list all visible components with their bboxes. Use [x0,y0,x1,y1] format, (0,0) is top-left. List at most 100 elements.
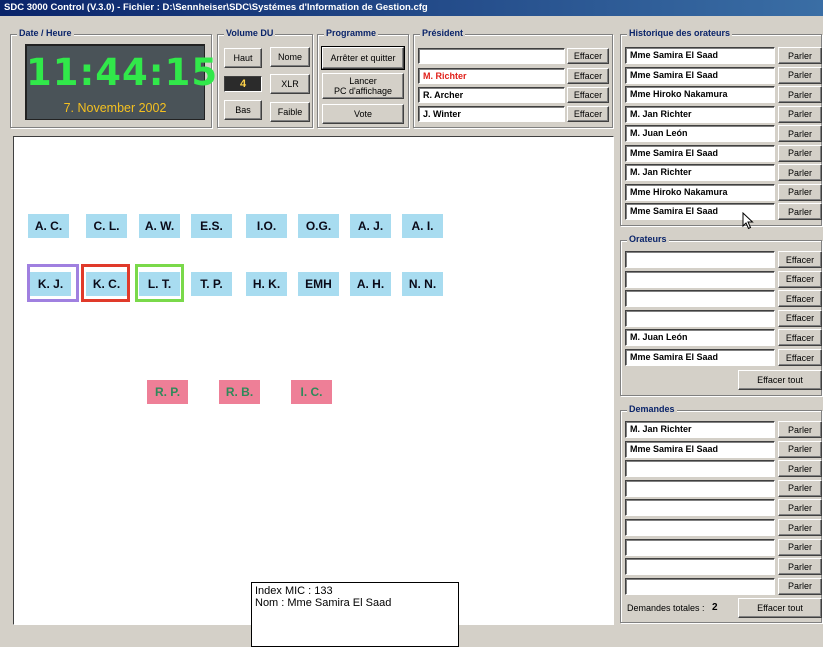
history-legend: Historique des orateurs [627,28,733,38]
request-slot [625,519,775,536]
volume-down-button[interactable]: Bas [224,100,262,120]
request-slot: M. Jan Richter [625,421,775,438]
history-speak-button[interactable]: Parler [778,183,822,201]
xlr-button[interactable]: XLR [270,74,310,94]
speaker-clear-button[interactable]: Effacer [778,251,822,268]
seat[interactable]: A. H. [350,272,391,296]
clock-time: 11:44:15 [26,51,219,94]
request-slot: Mme Samira El Saad [625,440,775,458]
speaker-clear-button[interactable]: Effacer [778,290,822,308]
stop-and-quit-button[interactable]: Arrêter et quitter [322,47,404,69]
request-slot [625,538,775,556]
speaker-clear-button[interactable]: Effacer [778,309,822,327]
launch-display-pc-button[interactable]: Lancer PC d'affichage [322,73,404,99]
president-slot: R. Archer [418,87,565,103]
president-clear-button[interactable]: Effacer [567,68,609,84]
seat[interactable]: A. C. [28,214,69,238]
request-slot [625,460,775,478]
history-item: Mme Hiroko Nakamura [625,86,775,103]
request-slot [625,479,775,497]
speaker-clear-button[interactable]: Effacer [778,349,822,366]
history-speak-button[interactable]: Parler [778,203,822,220]
mic-index: Index MIC : 133 [255,585,333,597]
request-speak-button[interactable]: Parler [778,479,822,497]
request-speak-button[interactable]: Parler [778,558,822,576]
president-slot [418,48,565,64]
history-speak-button[interactable]: Parler [778,47,822,64]
history-item: M. Jan Richter [625,105,775,123]
seat[interactable]: O.G. [298,214,339,238]
history-speak-button[interactable]: Parler [778,105,822,123]
requests-total-label: Demandes totales : [627,603,705,613]
speaker-slot [625,251,775,268]
speaker-slot [625,290,775,308]
history-speak-button[interactable]: Parler [778,125,822,142]
seat[interactable]: A. J. [350,214,391,238]
volume-legend: Volume DU [224,28,276,38]
seat[interactable]: E.S. [191,214,232,238]
history-item: Mme Samira El Saad [625,66,775,84]
history-speak-button[interactable]: Parler [778,164,822,181]
seat-priority[interactable]: I. C. [291,380,332,404]
speaker-slot: Mme Samira El Saad [625,349,775,366]
requests-clear-all-button[interactable]: Effacer tout [738,598,822,618]
nominal-button[interactable]: Nome [270,47,310,67]
speakers-clear-all-button[interactable]: Effacer tout [738,370,822,390]
seat-priority[interactable]: R. P. [147,380,188,404]
president-slot: J. Winter [418,106,565,122]
seat-highlight-frame [135,264,184,302]
request-speak-button[interactable]: Parler [778,577,822,595]
request-slot [625,558,775,576]
seat[interactable]: A. W. [139,214,180,238]
seat-priority[interactable]: R. B. [219,380,260,404]
request-speak-button[interactable]: Parler [778,499,822,517]
seat-highlight-frame [81,264,130,302]
request-speak-button[interactable]: Parler [778,538,822,556]
president-legend: Président [420,28,466,38]
window-title: SDC 3000 Control (V.3.0) - Fichier : D:\… [0,0,823,16]
speakers-legend: Orateurs [627,234,669,244]
speaker-slot: M. Juan León [625,329,775,347]
president-clear-button[interactable]: Effacer [567,48,609,64]
request-slot [625,577,775,595]
seat[interactable]: C. L. [86,214,127,238]
history-item: Mme Hiroko Nakamura [625,183,775,201]
speaker-clear-button[interactable]: Effacer [778,329,822,347]
history-speak-button[interactable]: Parler [778,66,822,84]
request-speak-button[interactable]: Parler [778,460,822,478]
vote-button[interactable]: Vote [322,104,404,124]
volume-up-button[interactable]: Haut [224,48,262,68]
president-clear-button[interactable]: Effacer [567,106,609,122]
mouse-pointer-icon [742,212,754,230]
seat[interactable]: EMH [298,272,339,296]
seat[interactable]: A. I. [402,214,443,238]
speaker-clear-button[interactable]: Effacer [778,270,822,288]
clock-date: 7. November 2002 [63,101,167,115]
request-speak-button[interactable]: Parler [778,519,822,536]
history-speak-button[interactable]: Parler [778,144,822,162]
seat[interactable]: T. P. [191,272,232,296]
program-legend: Programme [324,28,379,38]
launch-label-line2: PC d'affichage [333,86,393,96]
president-slot: M. Richter [418,68,565,84]
seat-highlight-frame [27,264,79,302]
datetime-legend: Date / Heure [17,28,74,38]
launch-label-line1: Lancer [349,76,377,86]
speaker-slot [625,270,775,288]
speaker-slot [625,309,775,327]
seat[interactable]: N. N. [402,272,443,296]
request-speak-button[interactable]: Parler [778,421,822,438]
requests-legend: Demandes [627,404,677,414]
request-slot [625,499,775,517]
low-button[interactable]: Faible [270,102,310,122]
request-speak-button[interactable]: Parler [778,440,822,458]
seat[interactable]: H. K. [246,272,287,296]
president-clear-button[interactable]: Effacer [567,87,609,103]
clock-display: 11:44:15 7. November 2002 [25,44,219,120]
history-item: Mme Samira El Saad [625,144,775,162]
seat[interactable]: I.O. [246,214,287,238]
mic-name: Nom : Mme Samira El Saad [255,597,392,609]
requests-total-value: 2 [712,602,718,613]
history-speak-button[interactable]: Parler [778,86,822,103]
seating-plan: A. C. C. L. A. W. E.S. I.O. O.G. A. J. A. I. K. … [13,136,614,647]
